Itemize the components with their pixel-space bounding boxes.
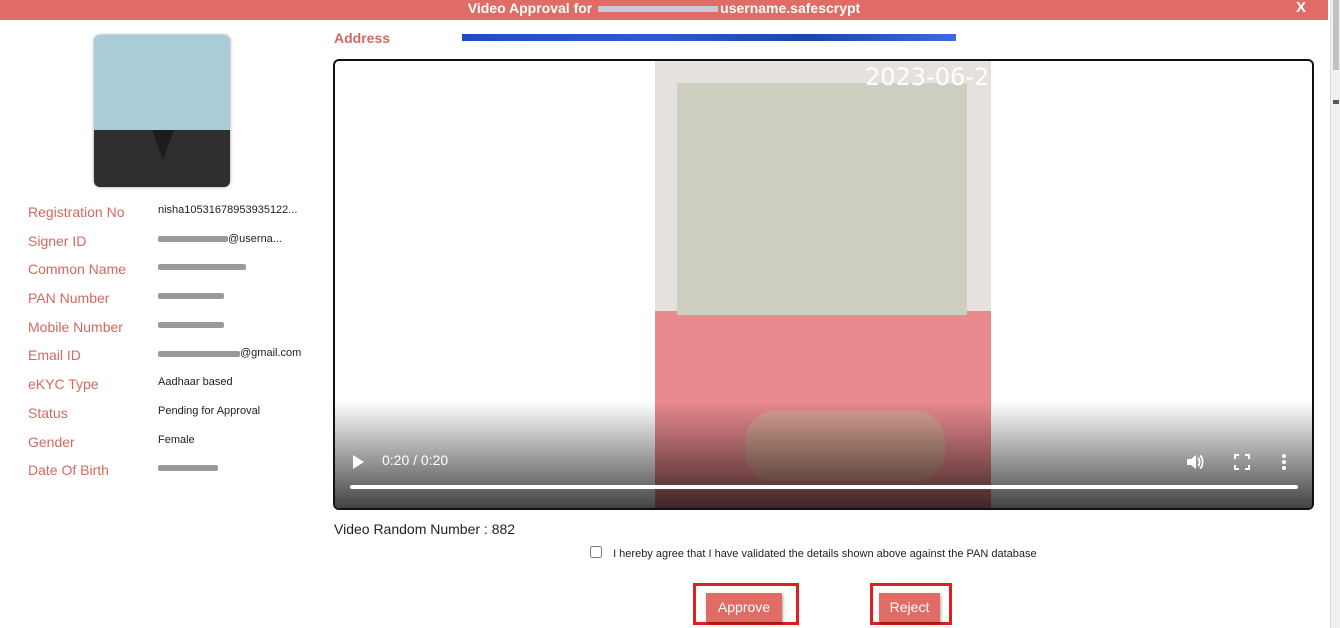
play-icon[interactable] (353, 455, 364, 469)
detail-row-gender: Gender Female (28, 432, 318, 461)
detail-value: @gmail.com (158, 347, 308, 359)
video-time: 0:20 / 0:20 (382, 452, 449, 468)
more-options-icon[interactable] (1281, 453, 1287, 471)
redacted-text (158, 264, 246, 271)
page-scrollbar[interactable] (1330, 0, 1340, 628)
detail-value (158, 290, 308, 302)
detail-value: Pending for Approval (158, 404, 261, 417)
detail-row-registration-no: Registration No nisha10531678953935122..… (28, 202, 318, 231)
detail-label: PAN Number (28, 290, 110, 307)
agreement-checkbox[interactable] (590, 546, 602, 558)
detail-label: Signer ID (28, 232, 87, 249)
detail-value: nisha10531678953935122... (158, 204, 298, 216)
detail-row-mobile-number: Mobile Number (28, 317, 318, 346)
detail-value (158, 319, 308, 331)
detail-label: Email ID (28, 347, 81, 364)
dialog-title-prefix: Video Approval for (467, 0, 593, 16)
detail-row-date-of-birth: Date Of Birth (28, 460, 318, 489)
detail-label: eKYC Type (28, 376, 99, 393)
detail-label: Mobile Number (28, 318, 123, 335)
detail-row-email-id: Email ID @gmail.com (28, 345, 318, 374)
detail-row-signer-id: Signer ID @userna... (28, 231, 318, 260)
video-progress-bar[interactable] (350, 485, 1298, 489)
scrollbar-thumb[interactable] (1333, 0, 1339, 70)
detail-label: Date Of Birth (28, 462, 109, 479)
redacted-username (598, 6, 719, 13)
dialog-title-suffix: username.safescrypt (720, 0, 861, 16)
fullscreen-icon[interactable] (1233, 453, 1251, 471)
close-button[interactable]: X (1296, 0, 1306, 16)
applicant-details: Registration No nisha10531678953935122..… (28, 202, 318, 489)
detail-value: Aadhaar based (158, 376, 233, 389)
video-random-number: Video Random Number : 882 (334, 521, 516, 537)
redacted-text (158, 350, 240, 357)
detail-label: Common Name (28, 261, 127, 278)
scrollbar-marker (1333, 100, 1339, 104)
blurred-face (677, 83, 967, 315)
redacted-address (462, 34, 956, 41)
video-controls: 0:20 / 0:20 (335, 441, 1312, 501)
agreement-row: I hereby agree that I have validated the… (590, 546, 1037, 560)
detail-label: Registration No (28, 204, 125, 220)
dialog-title-bar: Video Approval for username.safescrypt X (0, 0, 1328, 20)
address-label: Address (334, 30, 391, 46)
volume-icon[interactable] (1185, 453, 1205, 471)
applicant-photo (94, 35, 230, 187)
detail-row-pan-number: PAN Number (28, 288, 318, 317)
detail-row-ekyc-type: eKYC Type Aadhaar based (28, 374, 318, 403)
redacted-text (158, 293, 224, 300)
reject-button[interactable]: Reject (879, 593, 940, 622)
detail-value (158, 462, 308, 474)
detail-value: @userna... (158, 233, 308, 245)
detail-row-status: Status Pending for Approval (28, 403, 318, 432)
detail-value: Female (158, 433, 195, 446)
detail-label: Gender (28, 433, 75, 450)
blurred-face (94, 35, 230, 130)
approve-button[interactable]: Approve (706, 593, 782, 622)
redacted-text (158, 235, 228, 242)
agreement-text: I hereby agree that I have validated the… (613, 548, 1037, 560)
redacted-text (158, 321, 224, 328)
video-timestamp-overlay: 2023-06-2 (865, 63, 990, 91)
detail-label: Status (28, 404, 68, 421)
video-player[interactable]: 2023-06-2 0:20 / 0:20 (333, 59, 1314, 510)
detail-value (158, 261, 308, 273)
redacted-text (158, 465, 218, 472)
detail-row-common-name: Common Name (28, 259, 318, 288)
